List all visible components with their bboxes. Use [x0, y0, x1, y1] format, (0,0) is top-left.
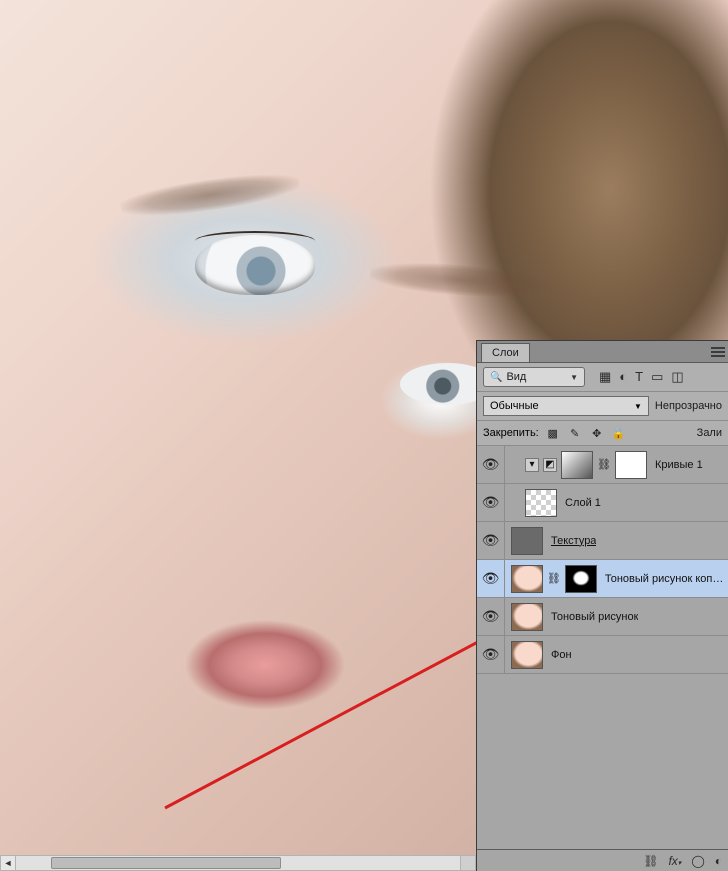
panel-tabbar: Слои	[477, 341, 728, 363]
fx-icon[interactable]: fx▾	[668, 854, 681, 868]
layer-row[interactable]: 👁 ▾ ◩ ⛓ Кривые 1	[477, 446, 728, 484]
layer-mask-thumbnail[interactable]	[565, 565, 597, 593]
layer-name[interactable]: Тоновый рисунок	[551, 611, 638, 623]
layers-list: 👁 ▾ ◩ ⛓ Кривые 1 👁 Слой 1 👁 Текстура 👁 ⛓ Тоновый ри…	[477, 446, 728, 849]
tab-layers[interactable]: Слои	[481, 343, 530, 362]
layer-thumbnail[interactable]	[511, 603, 543, 631]
visibility-toggle[interactable]: 👁	[477, 484, 505, 521]
layer-thumbs	[505, 603, 543, 631]
shape-filter-icon[interactable]: ▭	[651, 369, 663, 385]
layer-thumbnail[interactable]	[511, 565, 543, 593]
portrait-eye-left	[195, 235, 315, 295]
layer-thumbs	[505, 527, 543, 555]
layer-thumbs	[505, 641, 543, 669]
search-icon: 🔍	[490, 372, 502, 383]
layer-row[interactable]: 👁 Текстура	[477, 522, 728, 560]
new-adjustment-icon[interactable]: ◐	[715, 854, 722, 868]
layer-mask-thumbnail[interactable]	[615, 451, 647, 479]
filter-kind-label: Вид	[506, 371, 566, 383]
visibility-toggle[interactable]: 👁	[477, 598, 505, 635]
lock-label: Закрепить:	[483, 427, 539, 439]
panel-menu-button[interactable]	[708, 341, 728, 362]
adjustment-filter-icon[interactable]: ◐	[619, 369, 627, 385]
blend-mode-select[interactable]: Обычные ▼	[483, 396, 649, 416]
layer-filter-row: 🔍 Вид ▼ ▦ ◐ T ▭ ◫	[477, 363, 728, 392]
chevron-down-icon: ▼	[634, 402, 642, 411]
lock-transparent-icon[interactable]: ▩	[545, 425, 561, 441]
opacity-label[interactable]: Непрозрачно	[655, 400, 722, 412]
scroll-corner	[460, 855, 476, 871]
layer-name[interactable]: Фон	[551, 649, 572, 661]
fill-label[interactable]: Зали	[697, 427, 722, 439]
layer-name[interactable]: Кривые 1	[655, 459, 703, 471]
layers-panel-footer: ⛓ fx▾ ◯ ◐	[477, 849, 728, 871]
layer-row[interactable]: 👁 Тоновый рисунок	[477, 598, 728, 636]
lock-position-icon[interactable]: ✥	[589, 425, 605, 441]
image-filter-icon[interactable]: ▦	[599, 369, 611, 385]
layer-name[interactable]: Слой 1	[565, 497, 601, 509]
layer-row[interactable]: 👁 Фон	[477, 636, 728, 674]
lock-paint-icon[interactable]: ✎	[567, 425, 583, 441]
scroll-thumb[interactable]	[51, 857, 281, 869]
canvas-horizontal-scrollbar[interactable]: ◄ ►	[0, 855, 476, 871]
link-layers-icon[interactable]: ⛓	[643, 854, 658, 868]
chevron-down-icon: ▼	[570, 373, 578, 382]
visibility-toggle[interactable]: 👁	[477, 522, 505, 559]
lock-row: Закрепить: ▩ ✎ ✥ 🔒 Зали	[477, 421, 728, 446]
blend-mode-value: Обычные	[490, 400, 539, 412]
layer-name[interactable]: Текстура	[551, 535, 596, 547]
blend-opacity-row: Обычные ▼ Непрозрачно	[477, 392, 728, 421]
layer-thumbs: ▾ ◩ ⛓	[505, 451, 647, 479]
link-mask-icon[interactable]: ⛓	[547, 572, 561, 585]
layer-thumbnail[interactable]	[525, 489, 557, 517]
filter-type-buttons: ▦ ◐ T ▭ ◫	[599, 369, 684, 385]
link-mask-icon[interactable]: ⛓	[597, 458, 611, 471]
layer-thumbs: ⛓	[505, 565, 597, 593]
adjustment-icon[interactable]: ◩	[543, 458, 557, 472]
scroll-track[interactable]	[16, 855, 460, 871]
visibility-toggle[interactable]: 👁	[477, 560, 505, 597]
type-filter-icon[interactable]: T	[635, 369, 643, 385]
scroll-left-button[interactable]: ◄	[0, 855, 16, 871]
layer-thumbnail[interactable]	[561, 451, 593, 479]
layer-thumbnail[interactable]	[511, 641, 543, 669]
lock-all-icon[interactable]: 🔒	[611, 425, 627, 441]
layer-row[interactable]: 👁 Слой 1	[477, 484, 728, 522]
visibility-toggle[interactable]: 👁	[477, 636, 505, 673]
layer-thumbnail[interactable]	[511, 527, 543, 555]
smart-filter-icon[interactable]: ◫	[671, 369, 683, 385]
filter-kind-select[interactable]: 🔍 Вид ▼	[483, 367, 585, 387]
visibility-toggle[interactable]: 👁	[477, 446, 505, 483]
add-mask-icon[interactable]: ◯	[691, 854, 704, 868]
chevron-down-icon[interactable]: ▾	[525, 458, 539, 472]
layer-row[interactable]: 👁 ⛓ Тоновый рисунок копия	[477, 560, 728, 598]
layer-thumbs	[505, 489, 557, 517]
layers-panel: Слои 🔍 Вид ▼ ▦ ◐ T ▭ ◫ Обычные ▼ Непрозр…	[476, 340, 728, 871]
layer-name[interactable]: Тоновый рисунок копия	[605, 573, 724, 585]
